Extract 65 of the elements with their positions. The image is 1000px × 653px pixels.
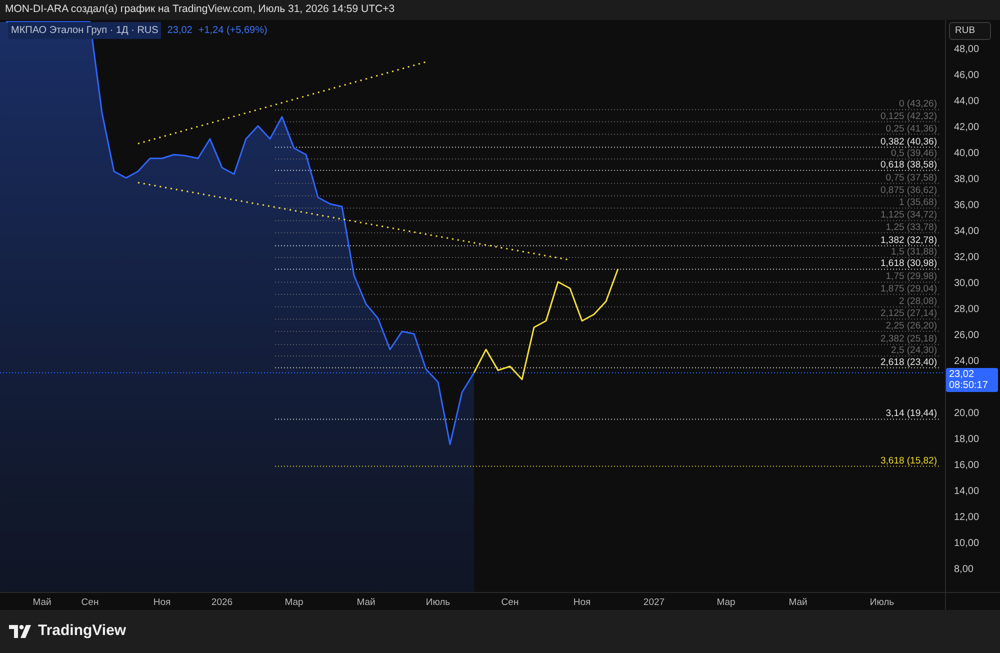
fib-label: 2,618 (23,40)	[880, 356, 937, 368]
price-axis-label: 24,00	[954, 356, 980, 367]
time-axis-label: Мар	[284, 597, 304, 608]
price-axis-label: 28,00	[954, 304, 980, 315]
time-axis-label: Июль	[426, 597, 450, 608]
price-change: +1,24 (+5,69%)	[198, 24, 268, 38]
price-axis-label: 14,00	[954, 486, 980, 497]
brand-name: TradingView	[38, 621, 126, 642]
price-axis-label: 32,00	[954, 252, 980, 263]
fib-label: 1,25 (33,78)	[886, 222, 937, 233]
fib-label: 1,618 (30,98)	[880, 258, 937, 270]
time-axis-label: Ноя	[153, 597, 171, 608]
logo-icon	[9, 625, 33, 638]
price-axis-label: 40,00	[954, 148, 980, 159]
fib-label: 3,618 (15,82)	[880, 455, 937, 466]
fib-label: 2,5 (24,30)	[891, 345, 937, 356]
fib-label: 1,75 (29,98)	[886, 271, 937, 282]
price-axis-label: 18,00	[954, 434, 980, 445]
price-axis-label: 42,00	[954, 122, 980, 133]
price-axis-label: 20,00	[954, 408, 980, 419]
fib-label: 1,5 (31,88)	[891, 246, 937, 258]
fib-label: 2 (28,08)	[898, 296, 937, 307]
fib-label: 0,125 (42,32)	[880, 110, 937, 122]
price-axis-label: 10,00	[954, 538, 980, 549]
price-axis-label: 44,00	[954, 96, 980, 107]
price-axis-label: 46,00	[954, 70, 980, 81]
fib-label: 3,14 (19,44)	[886, 408, 937, 420]
fib-label: 2,382 (25,18)	[880, 334, 937, 345]
time-axis-label: Май	[356, 597, 376, 608]
fib-label: 1,382 (32,78)	[880, 234, 937, 246]
fib-label: 2,25 (26,20)	[886, 320, 937, 332]
fib-label: 1 (35,68)	[898, 197, 937, 208]
time-axis-label: Май	[788, 597, 808, 608]
chart-caption: MON-DI-ARA создал(а) график на TradingView.com, Июль 31, 2026 14:59 UTC+3	[5, 2, 395, 18]
time-axis-label: 2026	[211, 597, 233, 608]
time-axis-label: Сен	[81, 597, 99, 608]
fib-label: 1,125 (34,72)	[880, 210, 937, 221]
time-axis-label: Май	[32, 597, 52, 608]
fib-label: 0,618 (38,58)	[880, 159, 937, 170]
current-price-tag: 23,02 08:50:17	[946, 368, 998, 392]
time-axis-label: Ноя	[573, 597, 591, 608]
symbol-title[interactable]: МКПАО Эталон Груп · 1Д · RUS	[8, 22, 162, 39]
price-axis-label: 8,00	[954, 564, 974, 575]
price-axis-label: 34,00	[954, 226, 980, 237]
fib-label: 0,382 (40,36)	[880, 136, 937, 148]
fib-label: 0,75 (37,58)	[886, 172, 937, 184]
price-axis-label: 16,00	[954, 460, 980, 471]
time-axis-label: Мар	[716, 597, 736, 608]
time-axis-label: Сен	[501, 597, 519, 608]
price-axis-label: 38,00	[954, 174, 980, 185]
price-axis-label: 36,00	[954, 200, 980, 211]
fib-label: 0 (43,26)	[898, 98, 937, 110]
price-axis-label: 48,00	[954, 44, 980, 55]
time-axis-label: Июль	[870, 597, 894, 608]
fib-label: 0,25 (41,36)	[886, 123, 937, 134]
last-price: 23,02	[167, 24, 192, 38]
fib-label: 1,875 (29,04)	[880, 283, 937, 294]
currency-button[interactable]: RUB	[949, 22, 991, 40]
fib-label: 0,5 (39,46)	[891, 148, 937, 159]
fib-label: 2,125 (27,14)	[880, 308, 937, 320]
fib-label: 0,875 (36,62)	[880, 184, 937, 196]
price-axis-label: 26,00	[954, 330, 980, 341]
time-axis-label: 2027	[643, 597, 665, 608]
price-axis-label: 12,00	[954, 512, 980, 523]
price-axis-label: 30,00	[954, 278, 980, 289]
